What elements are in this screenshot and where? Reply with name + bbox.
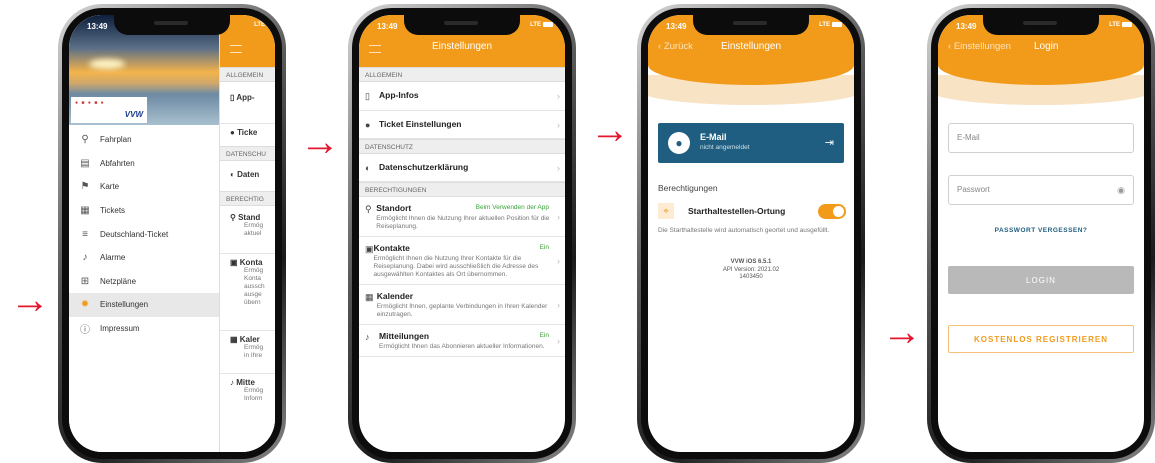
row-ticket-einstellungen[interactable]: ● Ticket Einstellungen ›	[359, 111, 565, 139]
peek-standort[interactable]: ⚲ Stand Ermög aktuel	[220, 213, 275, 238]
login-arrow-icon: ⇥	[824, 137, 834, 149]
red-arrow-3: →	[590, 108, 630, 152]
chevron-right-icon: ›	[557, 299, 560, 310]
email-field[interactable]: E-Mail	[948, 123, 1134, 153]
network-map-icon: ⊞	[80, 275, 90, 287]
menu-item-abfahrten[interactable]: ▤ Abfahrten	[69, 152, 219, 176]
eye-icon[interactable]: ◉	[1117, 176, 1125, 204]
contacts-icon: ▣	[365, 244, 374, 254]
toggle-description: Die Starthaltestelle wird automatisch ge…	[658, 227, 830, 234]
vvw-logo: ● ■ ● ■ ● VVW	[71, 97, 147, 123]
bell-icon: ♪	[365, 332, 370, 342]
ticket-icon: ●	[365, 120, 371, 130]
menu-item-einstellungen[interactable]: ✹ Einstellungen	[69, 293, 219, 317]
peek-app-infos[interactable]: ▯ App-	[220, 93, 275, 102]
user-icon: ●	[668, 132, 690, 154]
section-berechtigungen: BERECHTIGUNGEN	[359, 182, 565, 197]
hamburger-icon[interactable]	[230, 45, 242, 53]
email-status: nicht angemeldet	[700, 144, 750, 151]
menu-item-fahrplan[interactable]: ⚲ Fahrplan	[69, 128, 219, 152]
peek-section-berechtigungen: BERECHTIG	[220, 191, 275, 206]
row-standort[interactable]: ⚲ Standort Ermöglicht Ihnen die Nutzung Ih…	[359, 197, 565, 237]
menu-item-deutschland-ticket[interactable]: ≡ Deutschland-Ticket	[69, 222, 219, 246]
peek-datenschutz[interactable]: ◐ Daten	[220, 170, 275, 179]
login-button[interactable]: LOGIN	[948, 266, 1134, 294]
permissions-heading: Berechtigungen	[658, 183, 718, 193]
row-kalender[interactable]: ▦ Kalender Ermöglicht Ihnen, geplante Verb…	[359, 285, 565, 325]
chevron-right-icon: ›	[557, 162, 560, 173]
settings-peek: LTE ALLGEMEIN ▯ App- ● Ticke DATENSCHU ◐…	[219, 15, 275, 452]
shield-icon: ◐	[365, 163, 371, 173]
bell-icon: ♪	[82, 252, 88, 264]
phone-icon: ▯	[365, 91, 370, 101]
toggle-label: Starthaltestellen-Ortung	[688, 206, 786, 216]
route-icon: ⚲	[81, 134, 89, 146]
peek-ticket[interactable]: ● Ticke	[220, 123, 275, 137]
red-arrow-4: →	[882, 310, 922, 354]
forgot-password-link[interactable]: PASSWORT VERGESSEN?	[938, 227, 1144, 234]
gear-icon: ✹	[80, 299, 90, 311]
menu-item-impressum[interactable]: ⓘ Impressum	[69, 317, 219, 341]
info-icon: ⓘ	[80, 325, 90, 337]
phone-settings: Einstellungen 13:49 LTE ALLGEMEIN ▯ App-In…	[348, 4, 576, 463]
phone-account: ‹ Zurück Einstellungen 13:49 LTE ● E-Mail…	[637, 4, 865, 463]
row-datenschutz[interactable]: ◐ Datenschutzerklärung ›	[359, 154, 565, 182]
location-target-icon: ⌖	[658, 203, 674, 219]
map-icon: ⚑	[80, 181, 90, 193]
location-icon: ⚲	[365, 204, 372, 214]
card-icon: ≡	[82, 228, 88, 240]
menu-item-karte[interactable]: ⚑ Karte	[69, 175, 219, 199]
register-button[interactable]: KOSTENLOS REGISTRIEREN	[948, 325, 1134, 353]
page-title: Login	[1034, 41, 1059, 52]
toggle-row: ⌖ Starthaltestellen-Ortung	[648, 203, 854, 223]
peek-mitteilungen[interactable]: ♪ Mitte Ermög Inform	[220, 373, 275, 403]
drawer-menu: ⚲ Fahrplan ▤ Abfahrten ⚑ Karte ▦ Tickets ≡ De…	[69, 128, 219, 340]
chevron-right-icon: ›	[557, 119, 560, 130]
password-field[interactable]: Passwort ◉	[948, 175, 1134, 205]
red-arrow-1: →	[10, 278, 50, 322]
back-button[interactable]: ‹ Einstellungen	[948, 41, 1011, 52]
row-kontakte[interactable]: ▣ Kontakte Ermöglicht Ihnen die Nutzung Ih…	[359, 237, 565, 285]
page-title: Einstellungen	[720, 41, 782, 52]
red-arrow-2: →	[300, 120, 340, 164]
menu-item-netzplaene[interactable]: ⊞ Netzpläne	[69, 270, 219, 294]
section-allgemein: ALLGEMEIN	[359, 67, 565, 82]
settings-list: ALLGEMEIN ▯ App-Infos › ● Ticket Einstellun…	[359, 67, 565, 357]
peek-kontakte[interactable]: ▣ Konta Ermög Konta aussch ausge übern	[220, 253, 275, 307]
menu-item-alarme[interactable]: ♪ Alarme	[69, 246, 219, 270]
chevron-right-icon: ›	[557, 211, 560, 222]
phone-menu: LTE ALLGEMEIN ▯ App- ● Ticke DATENSCHU ◐…	[58, 4, 286, 463]
peek-section-datenschutz: DATENSCHU	[220, 146, 275, 161]
chevron-right-icon: ›	[557, 255, 560, 266]
side-drawer: 13:49 ● ■ ● ■ ● VVW ⚲ Fahrplan ▤ Abfahrten …	[69, 15, 219, 452]
phone-login: ‹ Einstellungen Login 13:49 LTE E-Mail Pa…	[927, 4, 1155, 463]
email-login-card[interactable]: ● E-Mail nicht angemeldet ⇥	[658, 123, 844, 163]
email-title: E-Mail	[700, 132, 727, 142]
ticket-icon: ▦	[80, 205, 90, 217]
peek-section-allgemein: ALLGEMEIN	[220, 67, 275, 82]
chevron-right-icon: ›	[557, 335, 560, 346]
peek-kalender[interactable]: ▦ Kaler Ermög in Ihre	[220, 330, 275, 360]
row-mitteilungen[interactable]: ♪ Mitteilungen Ermöglicht Ihnen das Abonni…	[359, 325, 565, 357]
section-datenschutz: DATENSCHUTZ	[359, 139, 565, 154]
departures-icon: ▤	[80, 157, 90, 169]
chevron-right-icon: ›	[557, 91, 560, 101]
menu-item-tickets[interactable]: ▦ Tickets	[69, 199, 219, 223]
row-app-infos[interactable]: ▯ App-Infos ›	[359, 82, 565, 111]
version-info: VVW iOS 6.5.1 API Version: 2021.02 14034…	[722, 259, 780, 280]
starthaltestelle-toggle[interactable]	[818, 204, 846, 219]
calendar-icon: ▦	[365, 292, 374, 302]
page-title: Einstellungen	[431, 41, 493, 52]
